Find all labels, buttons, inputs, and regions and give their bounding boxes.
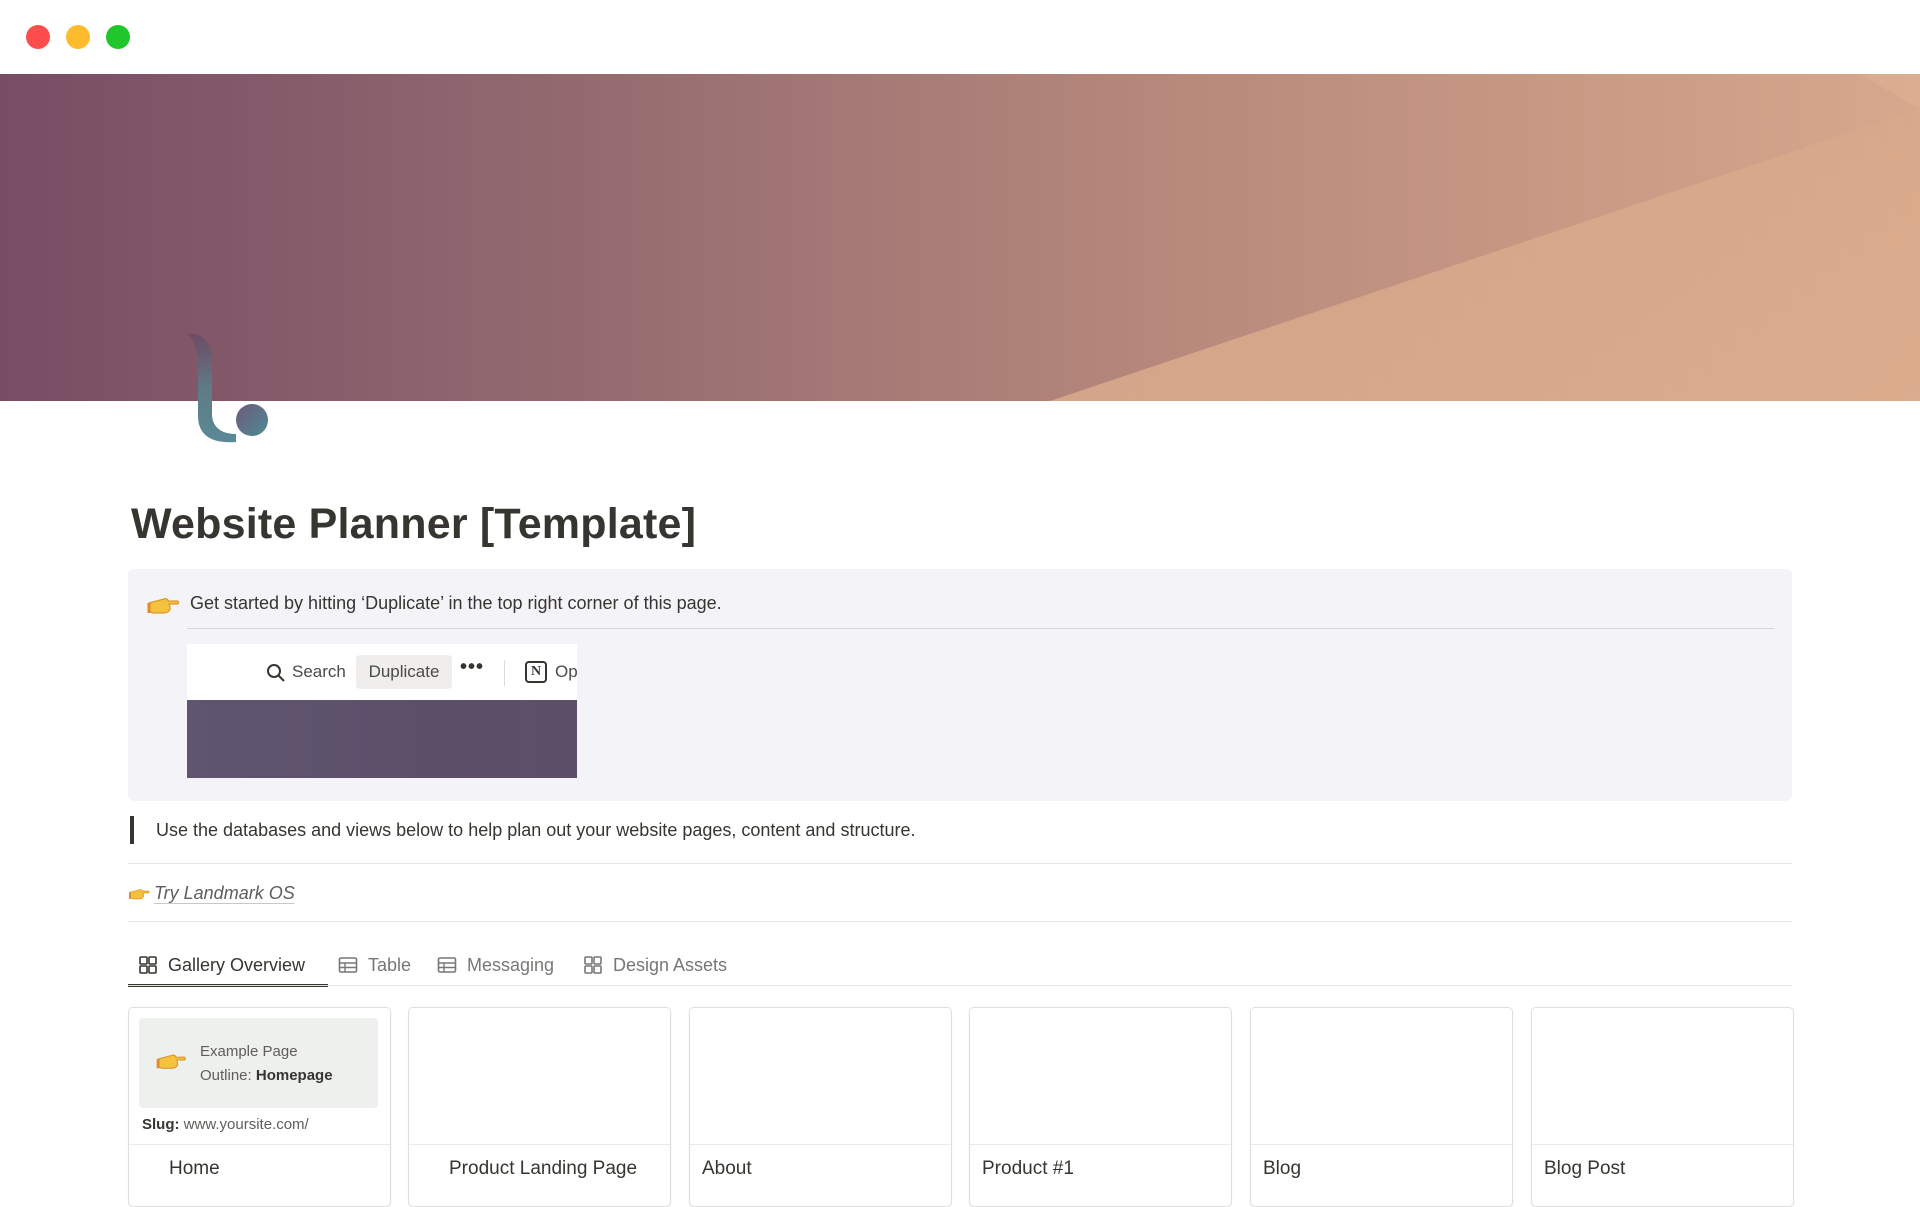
tab-table[interactable]: Table: [338, 944, 411, 986]
cover-diagonal-shape: [1050, 74, 1920, 401]
window-maximize-button[interactable]: [106, 25, 130, 49]
card-preview: [409, 1008, 670, 1144]
card-slug: Slug: www.yoursite.com/: [142, 1116, 309, 1133]
more-dots-icon: •••: [460, 656, 485, 678]
outline-label: Outline:: [200, 1067, 252, 1084]
gallery-icon: [583, 955, 603, 975]
tab-messaging[interactable]: Messaging: [437, 944, 554, 986]
card-title: Product Landing Page: [449, 1158, 638, 1179]
screenshot-duplicate-label: Duplicate: [356, 655, 452, 689]
tab-label: Table: [368, 954, 412, 975]
divider: [128, 863, 1792, 864]
outline-value: Homepage: [255, 1067, 333, 1084]
tab-label: Design Assets: [613, 954, 728, 975]
tabs-divider: [128, 985, 1792, 986]
screenshot-topbar: Search Duplicate ••• N Op: [187, 644, 577, 700]
card-separator: [1251, 1144, 1512, 1145]
gallery-icon: [138, 955, 158, 975]
landmark-logo-icon[interactable]: [182, 330, 278, 446]
callout-block[interactable]: Get started by hitting ‘Duplicate’ in th…: [128, 569, 1792, 801]
gallery-card-blog-post[interactable]: Blog Post: [1531, 1007, 1794, 1207]
slug-label: Slug:: [142, 1116, 180, 1133]
page-title[interactable]: Website Planner [Template]: [131, 500, 696, 549]
gallery-card-product-1[interactable]: Product #1: [969, 1007, 1232, 1207]
tab-label: Messaging: [467, 954, 555, 975]
pointing-hand-icon: [146, 591, 180, 617]
pointing-hand-icon: [155, 1048, 187, 1072]
divider: [128, 921, 1792, 922]
screenshot-search-label: Search: [292, 662, 346, 681]
tab-label: Gallery Overview: [168, 954, 306, 975]
card-separator: [690, 1144, 951, 1145]
quote-text: Use the databases and views below to hel…: [156, 820, 916, 840]
card-preview: Example Page Outline: Homepage Slug: www…: [129, 1008, 390, 1144]
pointing-hand-icon: [128, 884, 150, 902]
card-title: About: [702, 1158, 752, 1179]
search-icon: [266, 663, 286, 683]
table-icon: [437, 955, 457, 975]
card-title: Blog Post: [1544, 1158, 1626, 1179]
card-preview: [970, 1008, 1231, 1144]
card-thumbnail: Example Page Outline: Homepage: [139, 1018, 378, 1108]
thumbnail-text: Example Page: [200, 1043, 298, 1060]
window-titlebar: [0, 0, 1920, 74]
gallery-card-about[interactable]: About: [689, 1007, 952, 1207]
slug-value: www.yoursite.com/: [183, 1116, 309, 1133]
notion-icon: N: [525, 661, 547, 683]
gallery-card-product-landing-page[interactable]: Product Landing Page: [408, 1007, 671, 1207]
window-close-button[interactable]: [26, 25, 50, 49]
card-separator: [129, 1144, 390, 1145]
quote-bar: [130, 816, 134, 844]
card-separator: [409, 1144, 670, 1145]
screenshot-separator: [504, 660, 505, 686]
tab-gallery-overview[interactable]: Gallery Overview: [138, 944, 305, 986]
thumbnail-outline: Outline: Homepage: [200, 1067, 333, 1084]
screenshot-cover: [187, 700, 577, 778]
card-title: Home: [169, 1158, 220, 1179]
try-landmark-link[interactable]: Try Landmark OS: [154, 883, 295, 904]
screenshot-open-label: Op: [555, 662, 577, 681]
callout-text: Get started by hitting ‘Duplicate’ in th…: [190, 593, 722, 613]
card-separator: [970, 1144, 1231, 1145]
database-view-tabs: Gallery Overview Table Messaging Design …: [128, 944, 1792, 987]
card-preview: [1532, 1008, 1793, 1144]
card-separator: [1532, 1144, 1793, 1145]
window-minimize-button[interactable]: [66, 25, 90, 49]
card-preview: [690, 1008, 951, 1144]
gallery-card-blog[interactable]: Blog: [1250, 1007, 1513, 1207]
card-preview: [1251, 1008, 1512, 1144]
quote-block[interactable]: Use the databases and views below to hel…: [128, 815, 1788, 845]
table-icon: [338, 955, 358, 975]
page-cover[interactable]: [0, 74, 1920, 401]
callout-divider: [187, 628, 1774, 629]
gallery-card-home[interactable]: Example Page Outline: Homepage Slug: www…: [128, 1007, 391, 1207]
card-title: Product #1: [982, 1158, 1074, 1179]
tab-design-assets[interactable]: Design Assets: [583, 944, 727, 986]
card-title: Blog: [1263, 1158, 1302, 1179]
duplicate-instruction-image: Search Duplicate ••• N Op: [187, 644, 577, 778]
